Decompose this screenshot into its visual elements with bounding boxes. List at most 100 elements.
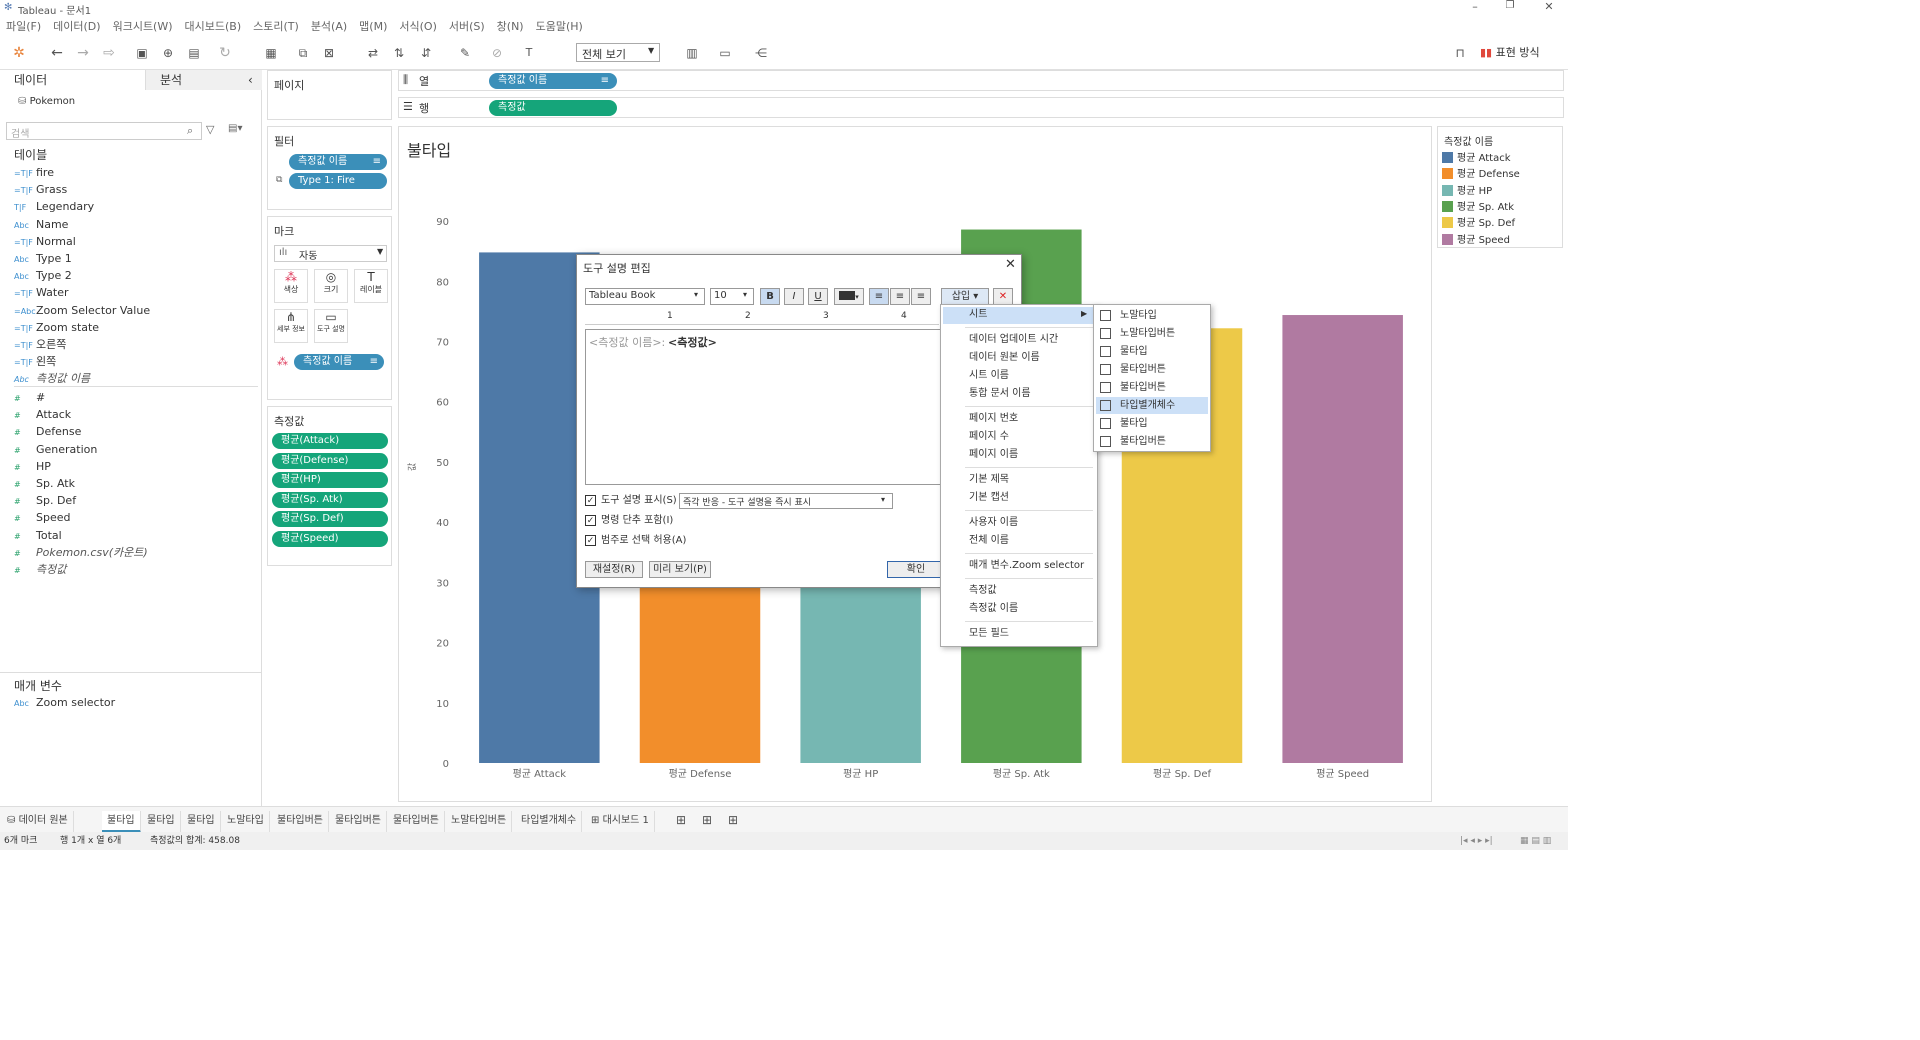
text-color-button[interactable]: ▾ [834, 288, 864, 305]
sheet-tab[interactable]: 물타입버튼 [388, 811, 445, 833]
minimize-icon[interactable]: – [1468, 0, 1482, 13]
size-button[interactable]: ◎ 크기 [314, 269, 348, 303]
menu-item[interactable]: 워크시트(W) [107, 18, 179, 36]
menu-item[interactable]: 데이터(D) [47, 18, 106, 36]
menu-item[interactable]: 도움말(H) [530, 18, 589, 36]
dimension-field[interactable]: Abc Type 2 [14, 267, 72, 284]
close-window-icon[interactable]: ✕ [1542, 0, 1556, 13]
tableau-home-icon[interactable]: ✲ [10, 44, 28, 62]
share-icon[interactable]: ⋲ [752, 44, 770, 62]
dimension-field[interactable]: =T|F Water [14, 284, 69, 301]
sheet-tab[interactable]: 노말타입버튼 [446, 811, 513, 833]
insert-menu-item[interactable]: 모든 필드 [969, 626, 1009, 642]
menu-item[interactable]: 분석(A) [305, 18, 353, 36]
sheet-tab[interactable]: 물타입버튼 [330, 811, 387, 833]
menu-item[interactable]: 스토리(T) [247, 18, 305, 36]
insert-menu-item[interactable]: 측정값 [969, 583, 997, 599]
insert-menu-item[interactable]: 시트 이름 [969, 368, 1009, 384]
view-icons[interactable]: ▦ ▤ ▥ [1520, 832, 1551, 850]
ok-button[interactable]: 확인 [887, 561, 945, 578]
menu-item[interactable]: 대시보드(B) [179, 18, 248, 36]
filter-icon[interactable]: ▽ [206, 123, 214, 136]
legend-item[interactable]: 평균 Speed [1442, 233, 1510, 249]
labels-icon[interactable]: T [520, 44, 538, 62]
swap-icon[interactable]: ⇄ [364, 44, 382, 62]
insert-button[interactable]: 삽입 ▾ [941, 288, 989, 305]
highlight-icon[interactable]: ✎ [456, 44, 474, 62]
dimension-field[interactable]: =T|F Zoom state [14, 319, 99, 336]
dimension-field[interactable]: T|F Legendary [14, 198, 94, 215]
align-right-icon[interactable]: ≡ [911, 288, 931, 305]
align-center-icon[interactable]: ≡ [890, 288, 910, 305]
show-tooltip-checkbox[interactable]: ✓ [585, 495, 596, 506]
dimension-field[interactable]: =T|F 오른쪽 [14, 336, 66, 353]
parameter-item[interactable]: Abc Zoom selector [14, 694, 115, 711]
legend-item[interactable]: 평균 Sp. Atk [1442, 200, 1514, 216]
tooltip-mode-select[interactable]: 즉각 반응 - 도구 설명을 즉시 표시 ▾ [679, 493, 893, 509]
dimension-field[interactable]: =AbcZoom Selector Value [14, 302, 150, 319]
measure-value-pill[interactable]: 평균(Sp. Atk) [272, 491, 388, 508]
insert-menu-item[interactable]: 페이지 번호 [969, 411, 1018, 427]
label-button[interactable]: T 레이블 [354, 269, 388, 303]
menu-item[interactable]: 창(N) [491, 18, 530, 36]
bar[interactable] [1282, 315, 1403, 763]
clear-icon[interactable]: ✕ [993, 288, 1013, 305]
tab-analysis[interactable]: 분석 ‹ [145, 70, 262, 90]
measure-field[interactable]: # 측정값 [14, 561, 66, 578]
clear-sheet-icon[interactable]: ⊠ [320, 44, 338, 62]
menu-item[interactable]: 파일(F) [0, 18, 47, 36]
tab-data[interactable]: 데이터 [0, 70, 145, 90]
sheet-submenu-item[interactable]: 타입별개체수 [1096, 397, 1208, 414]
presentation-icon[interactable]: ▭ [716, 44, 734, 62]
rows-shelf[interactable]: ☰ 행 측정값 [398, 97, 1564, 118]
show-cards-icon[interactable]: ▥ [683, 44, 701, 62]
sheet-tab[interactable]: 노말타입 [222, 811, 270, 833]
new-story-icon[interactable]: ⊞ [728, 813, 738, 827]
view-options-icon[interactable]: ▤▾ [228, 123, 242, 134]
sheet-submenu-item[interactable]: 물타입 [1096, 343, 1208, 360]
dimension-field[interactable]: Abc 측정값 이름 [14, 370, 90, 387]
detail-button[interactable]: ⋔ 세부 정보 [274, 309, 308, 343]
filter-pill[interactable]: Type 1: Fire [289, 173, 387, 189]
sheet-tab[interactable]: 물타입 [142, 811, 181, 833]
new-worksheet-icon[interactable]: ▦ [262, 44, 280, 62]
measure-field[interactable]: # Speed [14, 509, 70, 526]
dimension-field[interactable]: =T|F fire [14, 164, 54, 181]
insert-menu-item[interactable]: 데이터 업데이트 시간 [969, 332, 1058, 348]
measure-value-pill[interactable]: 평균(Sp. Def) [272, 511, 388, 528]
measure-field[interactable]: # # [14, 389, 45, 406]
new-dashboard-icon[interactable]: ⊞ [702, 813, 712, 827]
group-icon[interactable]: ⊘ [488, 44, 506, 62]
dimension-field[interactable]: =T|F Grass [14, 181, 67, 198]
insert-menu-item[interactable]: 기본 캡션 [969, 490, 1009, 506]
refresh-icon[interactable]: ↻ [216, 44, 234, 62]
sort-desc-icon[interactable]: ⇵ [417, 44, 435, 62]
dimension-field[interactable]: Abc Type 1 [14, 250, 72, 267]
legend-item[interactable]: 평균 Attack [1442, 151, 1511, 167]
sheet-tab[interactable]: ⊞ 대시보드 1 [586, 811, 655, 833]
italic-button[interactable]: I [784, 288, 804, 305]
insert-menu-item[interactable]: 측정값 이름 [969, 601, 1018, 617]
sheet-submenu-item[interactable]: 물타입버튼 [1096, 361, 1208, 378]
bold-button[interactable]: B [760, 288, 780, 305]
measure-field[interactable]: # Total [14, 527, 62, 544]
filter-pill[interactable]: 측정값 이름 ≡ [289, 154, 387, 170]
dimension-field[interactable]: =T|F 왼쪽 [14, 353, 56, 370]
legend-item[interactable]: 평균 Defense [1442, 167, 1520, 183]
search-input[interactable]: 검색 ⌕ [6, 122, 202, 140]
insert-menu-item[interactable]: 페이지 이름 [969, 447, 1018, 463]
pin-icon[interactable]: ⊓ [1451, 44, 1469, 62]
measure-value-pill[interactable]: 평균(Attack) [272, 433, 388, 449]
undo-icon[interactable]: ← [48, 44, 66, 62]
allow-select-checkbox[interactable]: ✓ [585, 535, 596, 546]
menu-item[interactable]: 서식(O) [393, 18, 442, 36]
measure-value-pill[interactable]: 평균(Defense) [272, 452, 388, 469]
replay-icon[interactable]: ⇨ [100, 44, 118, 62]
restore-icon[interactable]: ❐ [1503, 0, 1517, 11]
menu-item[interactable]: 맵(M) [353, 18, 393, 36]
sheet-tab[interactable]: 불타입 [102, 811, 141, 833]
sort-asc-icon[interactable]: ⇅ [390, 44, 408, 62]
new-datasource-icon[interactable]: ⊕ [159, 44, 177, 62]
insert-menu-item[interactable]: 사용자 이름 [969, 515, 1018, 531]
duplicate-sheet-icon[interactable]: ⧉ [294, 44, 312, 62]
